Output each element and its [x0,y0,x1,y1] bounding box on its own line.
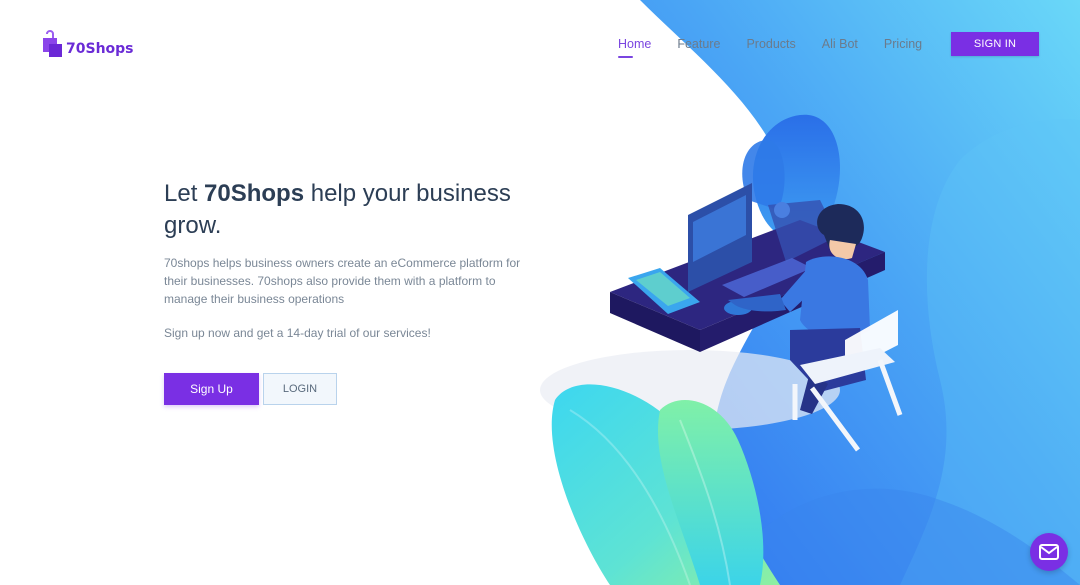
contact-button[interactable] [1030,533,1068,571]
hero-title-brand: 70Shops [204,180,305,207]
nav-item-products[interactable]: Products [746,37,795,51]
nav-item-feature[interactable]: Feature [677,37,720,51]
hero-section: Let 70Shops help your business grow. 70s… [164,178,544,405]
main-nav: Home Feature Products Ali Bot Pricing [618,37,948,58]
sign-in-button[interactable]: SIGN IN [951,32,1039,56]
logo[interactable]: 70Shops [40,28,134,58]
hero-buttons: Sign Up LOGIN [164,373,544,405]
nav-item-pricing[interactable]: Pricing [884,37,922,51]
hero-title: Let 70Shops help your business grow. [164,178,544,242]
nav-item-ali-bot[interactable]: Ali Bot [822,37,858,51]
brand-name: 70Shops [66,41,134,57]
login-button[interactable]: LOGIN [263,373,337,405]
sign-up-button[interactable]: Sign Up [164,373,259,405]
trial-text: Sign up now and get a 14-day trial of ou… [164,326,431,340]
hero-description: 70shops helps business owners create an … [164,256,521,306]
nav-item-home[interactable]: Home [618,37,651,58]
hero-title-prefix: Let [164,180,205,207]
mail-icon [1039,544,1059,560]
shopping-bag-icon [43,30,62,57]
